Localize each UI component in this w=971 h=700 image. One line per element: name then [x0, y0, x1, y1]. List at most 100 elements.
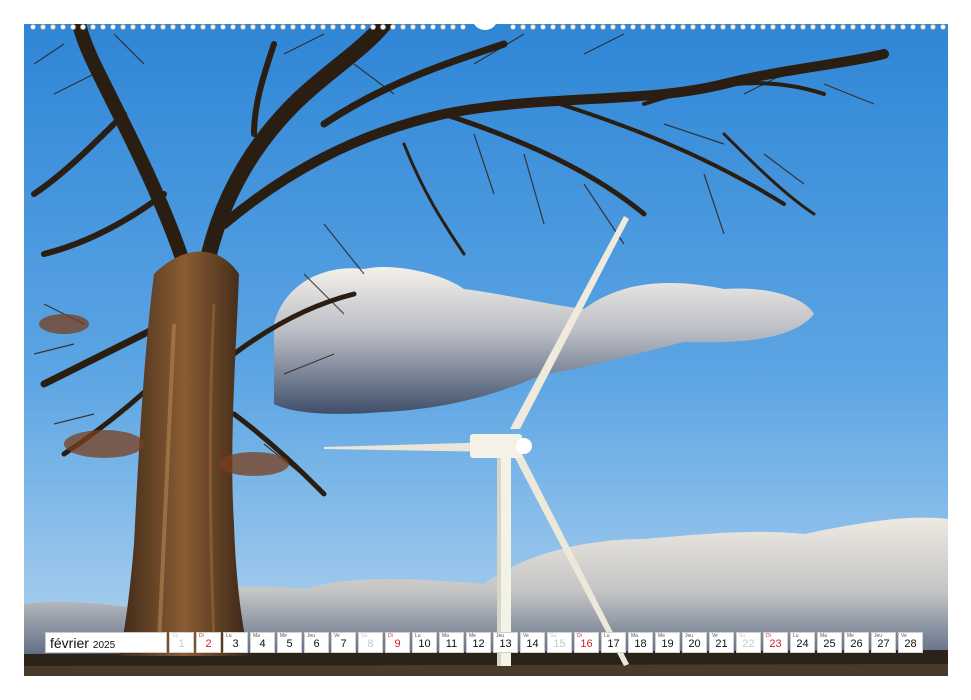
binding-hole	[550, 24, 556, 30]
day-cell: Di 23	[763, 632, 788, 653]
day-cell: Sa 22	[736, 632, 761, 653]
day-cell: Me 26	[844, 632, 869, 653]
day-number: 4	[259, 638, 266, 650]
binding-hole	[390, 24, 396, 30]
day-cell: Lu 24	[790, 632, 815, 653]
day-cell: Jeu 20	[682, 632, 707, 653]
binding-hole	[810, 24, 816, 30]
binding-hole	[880, 24, 886, 30]
binding-hole	[370, 24, 376, 30]
day-cell: Me 5	[277, 632, 302, 653]
binding-hole	[420, 24, 426, 30]
day-cell: Sa 1	[169, 632, 194, 653]
day-cell: Ve 28	[898, 632, 923, 653]
binding-hole	[310, 24, 316, 30]
binding-hole	[250, 24, 256, 30]
day-cell: Me 12	[466, 632, 491, 653]
binding-hole	[830, 24, 836, 30]
binding-hole	[280, 24, 286, 30]
binding-hole	[940, 24, 946, 30]
day-cell: Lu 3	[223, 632, 248, 653]
binding-hole	[350, 24, 356, 30]
day-cell: Lu 10	[412, 632, 437, 653]
binding-hole	[900, 24, 906, 30]
binding-hole	[300, 24, 306, 30]
day-cell: Di 2	[196, 632, 221, 653]
day-number: 25	[823, 638, 836, 650]
binding-hole	[870, 24, 876, 30]
day-number: 28	[904, 638, 917, 650]
binding-hole	[570, 24, 576, 30]
day-number: 16	[580, 638, 593, 650]
binding-hole	[260, 24, 266, 30]
binding-hole	[230, 24, 236, 30]
binding-hole	[590, 24, 596, 30]
binding-hole	[160, 24, 166, 30]
day-number: 12	[472, 638, 485, 650]
binding-hole	[920, 24, 926, 30]
day-cell: Ve 21	[709, 632, 734, 653]
day-number: 24	[796, 638, 809, 650]
binding-hole	[110, 24, 116, 30]
binding-hole	[610, 24, 616, 30]
binding-hole	[850, 24, 856, 30]
binding-hole	[670, 24, 676, 30]
day-number: 9	[394, 638, 401, 650]
binding-hole	[120, 24, 126, 30]
binding-hole	[220, 24, 226, 30]
binding-hole	[90, 24, 96, 30]
binding-hole	[760, 24, 766, 30]
day-cell: Me 19	[655, 632, 680, 653]
binding-hole	[440, 24, 446, 30]
binding-hole	[860, 24, 866, 30]
binding-hole	[620, 24, 626, 30]
binding-hole	[800, 24, 806, 30]
binding-hole	[270, 24, 276, 30]
month-label-box: février 2025	[45, 632, 167, 653]
binding-hole	[400, 24, 406, 30]
binding-hole	[410, 24, 416, 30]
binding-hole	[320, 24, 326, 30]
binding-hole	[240, 24, 246, 30]
day-cells: Sa 1 Di 2 Lu 3 Ma 4 Me 5 Jeu 6 Ve 7 Sa 8 Di 9 Lu 10 Ma 11 Me 12…	[169, 632, 925, 655]
day-number: 11	[445, 638, 458, 650]
day-number: 2	[205, 638, 212, 650]
binding-hole	[340, 24, 346, 30]
binding-hole	[720, 24, 726, 30]
day-cell: Ma 4	[250, 632, 275, 653]
day-cell: Ve 14	[520, 632, 545, 653]
binding-hole	[930, 24, 936, 30]
binding-hole	[530, 24, 536, 30]
binding-hole	[40, 24, 46, 30]
day-number: 18	[634, 638, 647, 650]
binding-hole	[680, 24, 686, 30]
day-number: 23	[769, 638, 782, 650]
binding-hole	[380, 24, 386, 30]
day-number: 14	[526, 638, 539, 650]
day-number: 15	[553, 638, 566, 650]
binding-hole	[790, 24, 796, 30]
day-number: 21	[715, 638, 728, 650]
binding-hole	[630, 24, 636, 30]
binding-hole	[290, 24, 296, 30]
day-number: 5	[286, 638, 293, 650]
binding-hole	[700, 24, 706, 30]
day-cell: Di 9	[385, 632, 410, 653]
binding-hole	[710, 24, 716, 30]
day-number: 8	[367, 638, 374, 650]
day-number: 6	[313, 638, 320, 650]
binding-hole	[190, 24, 196, 30]
binding-hole	[840, 24, 846, 30]
binding-hole	[100, 24, 106, 30]
binding-hole	[200, 24, 206, 30]
binding-hole	[150, 24, 156, 30]
binding-hole	[540, 24, 546, 30]
binding-hole	[560, 24, 566, 30]
binding-hole	[60, 24, 66, 30]
day-number: 20	[688, 638, 701, 650]
binding-hole	[750, 24, 756, 30]
binding-hole	[360, 24, 366, 30]
binding-hole	[210, 24, 216, 30]
binding-hole	[140, 24, 146, 30]
day-cell: Jeu 27	[871, 632, 896, 653]
